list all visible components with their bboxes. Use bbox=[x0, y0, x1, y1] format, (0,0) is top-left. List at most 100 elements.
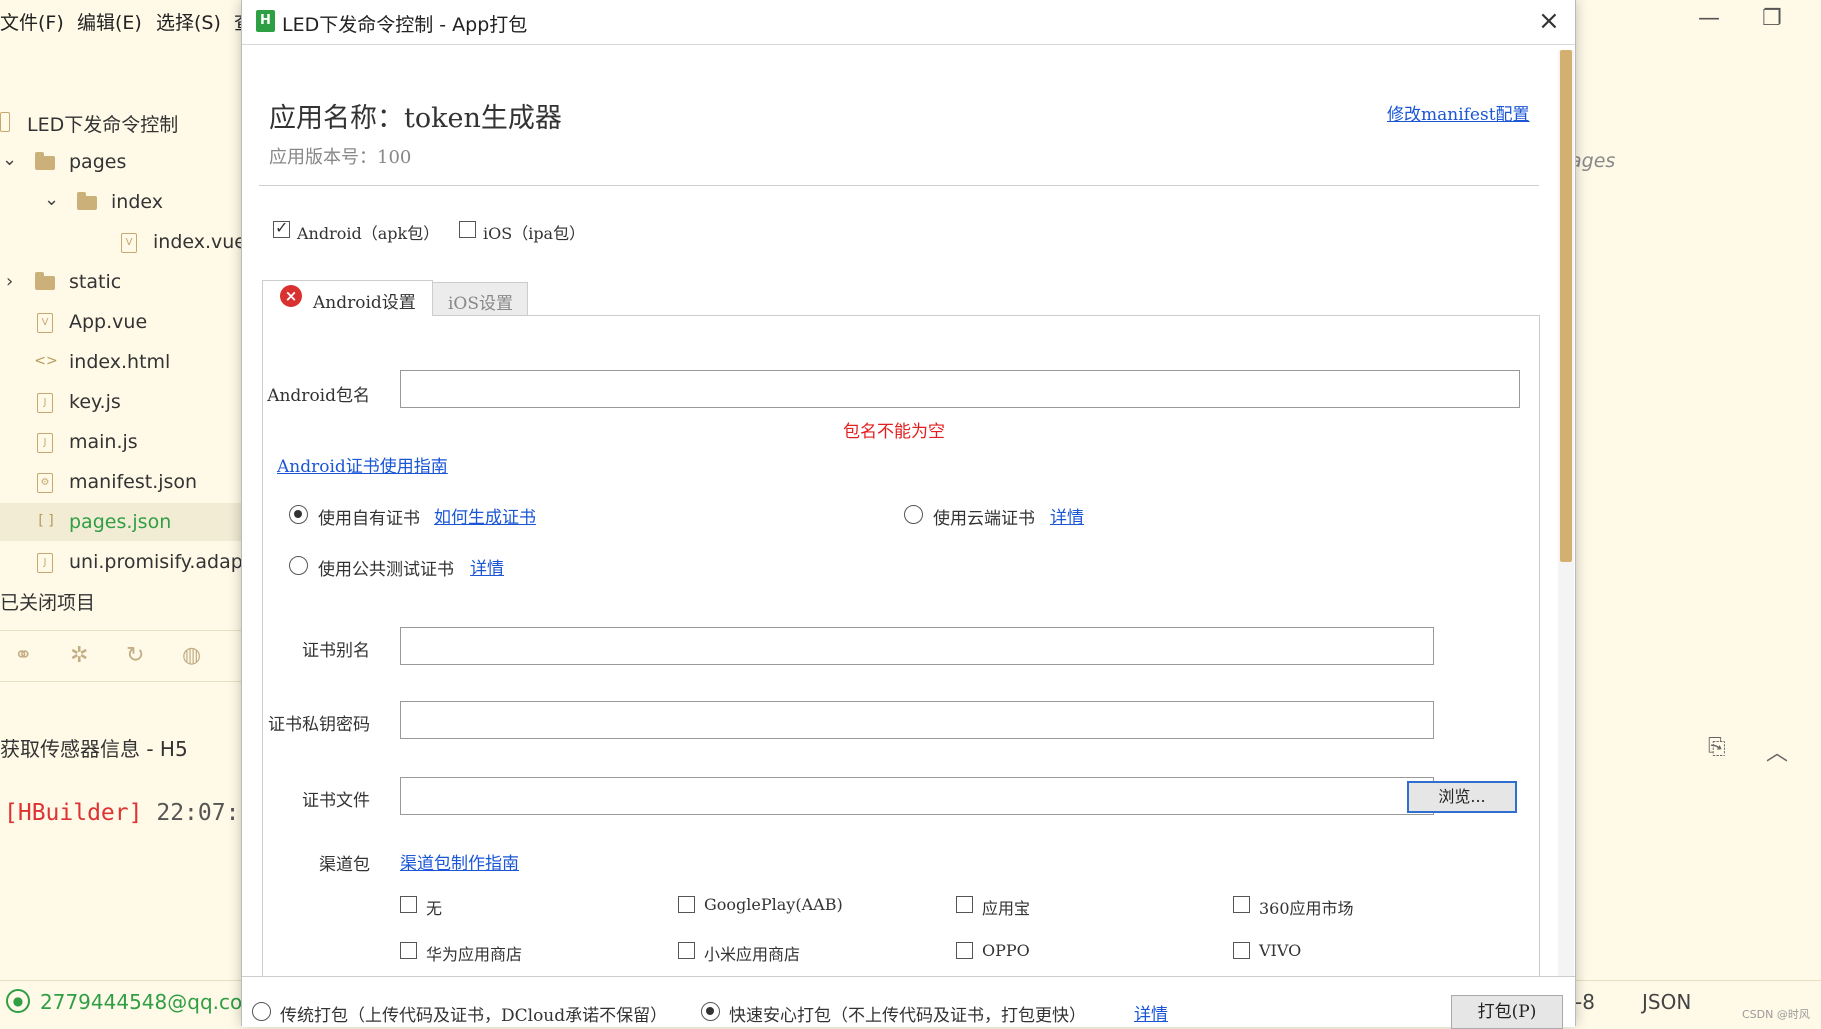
console-export-icon[interactable]: ⎘ bbox=[1708, 735, 1726, 760]
editor-hint-text: ages bbox=[1570, 150, 1616, 172]
channel-label: VIVO bbox=[1259, 941, 1302, 960]
how-to-generate-cert-link[interactable]: 如何生成证书 bbox=[434, 503, 536, 528]
js-file-icon: J bbox=[37, 553, 53, 573]
status-encoding[interactable]: -8 bbox=[1575, 990, 1595, 1014]
tree-item-pages-json[interactable]: [ ] pages.json bbox=[0, 503, 241, 541]
channel-huawei-checkbox[interactable] bbox=[400, 942, 417, 959]
cert-guide-link[interactable]: Android证书使用指南 bbox=[277, 452, 448, 477]
close-icon[interactable]: × bbox=[1538, 6, 1560, 36]
channels-label: 渠道包 bbox=[319, 855, 370, 875]
dialog-title: LED下发命令控制 - App打包 bbox=[282, 14, 528, 36]
channel-label: 华为应用商店 bbox=[426, 945, 523, 964]
ios-checkbox-label: iOS（ipa包） bbox=[483, 224, 586, 243]
cloud-cert-details-link[interactable]: 详情 bbox=[1050, 503, 1084, 528]
cert-password-input[interactable] bbox=[400, 701, 1434, 739]
hbuilder-logo-icon: H bbox=[256, 10, 275, 32]
folder-icon bbox=[35, 272, 55, 290]
tree-item-app-vue[interactable]: V App.vue bbox=[0, 303, 241, 341]
channel-360-checkbox[interactable] bbox=[1233, 896, 1250, 913]
app-version: 应用版本号：100 bbox=[269, 147, 412, 168]
channel-googleplay-checkbox[interactable] bbox=[678, 896, 695, 913]
console-title: 获取传感器信息 - H5 bbox=[0, 737, 188, 761]
tree-item-label: main.js bbox=[69, 431, 138, 453]
tree-item-key-js[interactable]: J key.js bbox=[0, 383, 241, 421]
traditional-pack-radio[interactable] bbox=[252, 1002, 271, 1021]
console-log-line: [HBuilder] 22:07:2 bbox=[4, 800, 253, 826]
cloud-cert-radio[interactable] bbox=[904, 505, 923, 524]
closed-projects[interactable]: 已关闭项目 bbox=[0, 588, 95, 615]
globe-icon[interactable]: ◍ bbox=[182, 643, 201, 668]
watermark: CSDN @时风 bbox=[1742, 1008, 1810, 1021]
status-user[interactable]: 2779444548@qq.com bbox=[40, 990, 262, 1014]
channel-label: 小米应用商店 bbox=[704, 945, 801, 964]
project-explorer: LED下发命令控制 ⌄ pages ⌄ index V index.vue › … bbox=[0, 40, 241, 980]
chevron-down-icon: ⌄ bbox=[44, 189, 60, 210]
divider bbox=[259, 185, 1539, 186]
status-language[interactable]: JSON bbox=[1642, 990, 1691, 1014]
channel-vivo-checkbox[interactable] bbox=[1233, 942, 1250, 959]
project-root[interactable]: LED下发命令控制 bbox=[0, 102, 241, 140]
tab-label: iOS设置 bbox=[448, 294, 514, 314]
app-pack-dialog: H LED下发命令控制 - App打包 × 应用名称：token生成器 应用版本… bbox=[241, 0, 1576, 1029]
js-file-icon: J bbox=[37, 393, 53, 413]
manifest-config-link[interactable]: 修改manifest配置 bbox=[1387, 100, 1530, 125]
cert-password-label: 证书私钥密码 bbox=[268, 715, 370, 735]
bug-icon[interactable]: ✲ bbox=[70, 643, 88, 668]
traditional-pack-label: 传统打包（上传代码及证书，DCloud承诺不保留） bbox=[280, 1006, 668, 1026]
channel-label: 无 bbox=[426, 899, 443, 918]
channel-label: 360应用市场 bbox=[1259, 899, 1354, 918]
scrollbar-thumb[interactable] bbox=[1560, 50, 1572, 562]
tree-item-index-html[interactable]: <> index.html bbox=[0, 343, 241, 381]
tree-item-manifest-json[interactable]: ⚙ manifest.json bbox=[0, 463, 241, 501]
android-checkbox[interactable] bbox=[273, 218, 290, 238]
tree-item-label: index bbox=[111, 191, 163, 213]
tree-item-pages[interactable]: ⌄ pages bbox=[0, 143, 241, 181]
menu-select[interactable]: 选择(S) bbox=[156, 8, 221, 35]
settings-file-icon: ⚙ bbox=[37, 473, 53, 493]
tree-item-label: pages bbox=[69, 151, 127, 173]
public-cert-details-link[interactable]: 详情 bbox=[470, 554, 504, 579]
tree-item-index-folder[interactable]: ⌄ index bbox=[0, 183, 241, 221]
json-file-icon: [ ] bbox=[38, 513, 54, 529]
tab-ios-settings[interactable]: iOS设置 bbox=[433, 282, 528, 316]
channel-oppo-checkbox[interactable] bbox=[956, 942, 973, 959]
tree-item-label: uni.promisify.adaptor.js bbox=[69, 551, 241, 573]
chevron-up-icon[interactable]: ︿ bbox=[1766, 735, 1788, 767]
refresh-icon[interactable]: ↻ bbox=[126, 643, 144, 668]
channel-guide-link[interactable]: 渠道包制作指南 bbox=[400, 849, 519, 874]
tree-item-static[interactable]: › static bbox=[0, 263, 241, 301]
channel-none-checkbox[interactable] bbox=[400, 896, 417, 913]
tree-item-label: key.js bbox=[69, 391, 121, 413]
tab-label: Android设置 bbox=[313, 293, 416, 313]
package-name-input[interactable] bbox=[400, 370, 1520, 408]
sidebar-toolbar: ⚭ ✲ ↻ ◍ bbox=[0, 630, 241, 682]
chevron-down-icon: ⌄ bbox=[2, 149, 18, 170]
browse-button[interactable]: 浏览... bbox=[1407, 781, 1517, 813]
channel-label: GooglePlay(AAB) bbox=[704, 895, 843, 914]
ios-checkbox[interactable] bbox=[459, 221, 476, 238]
error-icon: × bbox=[280, 285, 302, 307]
minimize-icon[interactable]: — bbox=[1698, 6, 1720, 31]
channel-xiaomi-checkbox[interactable] bbox=[678, 942, 695, 959]
project-name: LED下发命令控制 bbox=[27, 114, 179, 136]
menu-file[interactable]: 文件(F) bbox=[0, 8, 64, 35]
cert-file-input[interactable] bbox=[400, 777, 1434, 815]
channel-label: 应用宝 bbox=[982, 899, 1031, 918]
pack-button[interactable]: 打包(P) bbox=[1451, 995, 1563, 1029]
tree-item-label: static bbox=[69, 271, 122, 293]
own-cert-radio[interactable] bbox=[289, 505, 308, 524]
pack-details-link[interactable]: 详情 bbox=[1134, 1000, 1168, 1025]
restore-icon[interactable]: ❐ bbox=[1762, 6, 1782, 31]
tree-item-uni-promisify[interactable]: J uni.promisify.adaptor.js bbox=[0, 543, 241, 581]
vue-file-icon: V bbox=[121, 233, 137, 253]
channel-yingyongbao-checkbox[interactable] bbox=[956, 896, 973, 913]
cert-alias-input[interactable] bbox=[400, 627, 1434, 665]
tree-item-main-js[interactable]: J main.js bbox=[0, 423, 241, 461]
tree-item-index-vue[interactable]: V index.vue bbox=[0, 223, 241, 261]
package-name-label: Android包名 bbox=[267, 386, 370, 406]
binoculars-icon[interactable]: ⚭ bbox=[14, 643, 32, 668]
user-icon[interactable]: ● bbox=[6, 989, 30, 1013]
public-test-cert-radio[interactable] bbox=[289, 556, 308, 575]
menu-edit[interactable]: 编辑(E) bbox=[77, 8, 142, 35]
fast-pack-radio[interactable] bbox=[701, 1002, 720, 1021]
